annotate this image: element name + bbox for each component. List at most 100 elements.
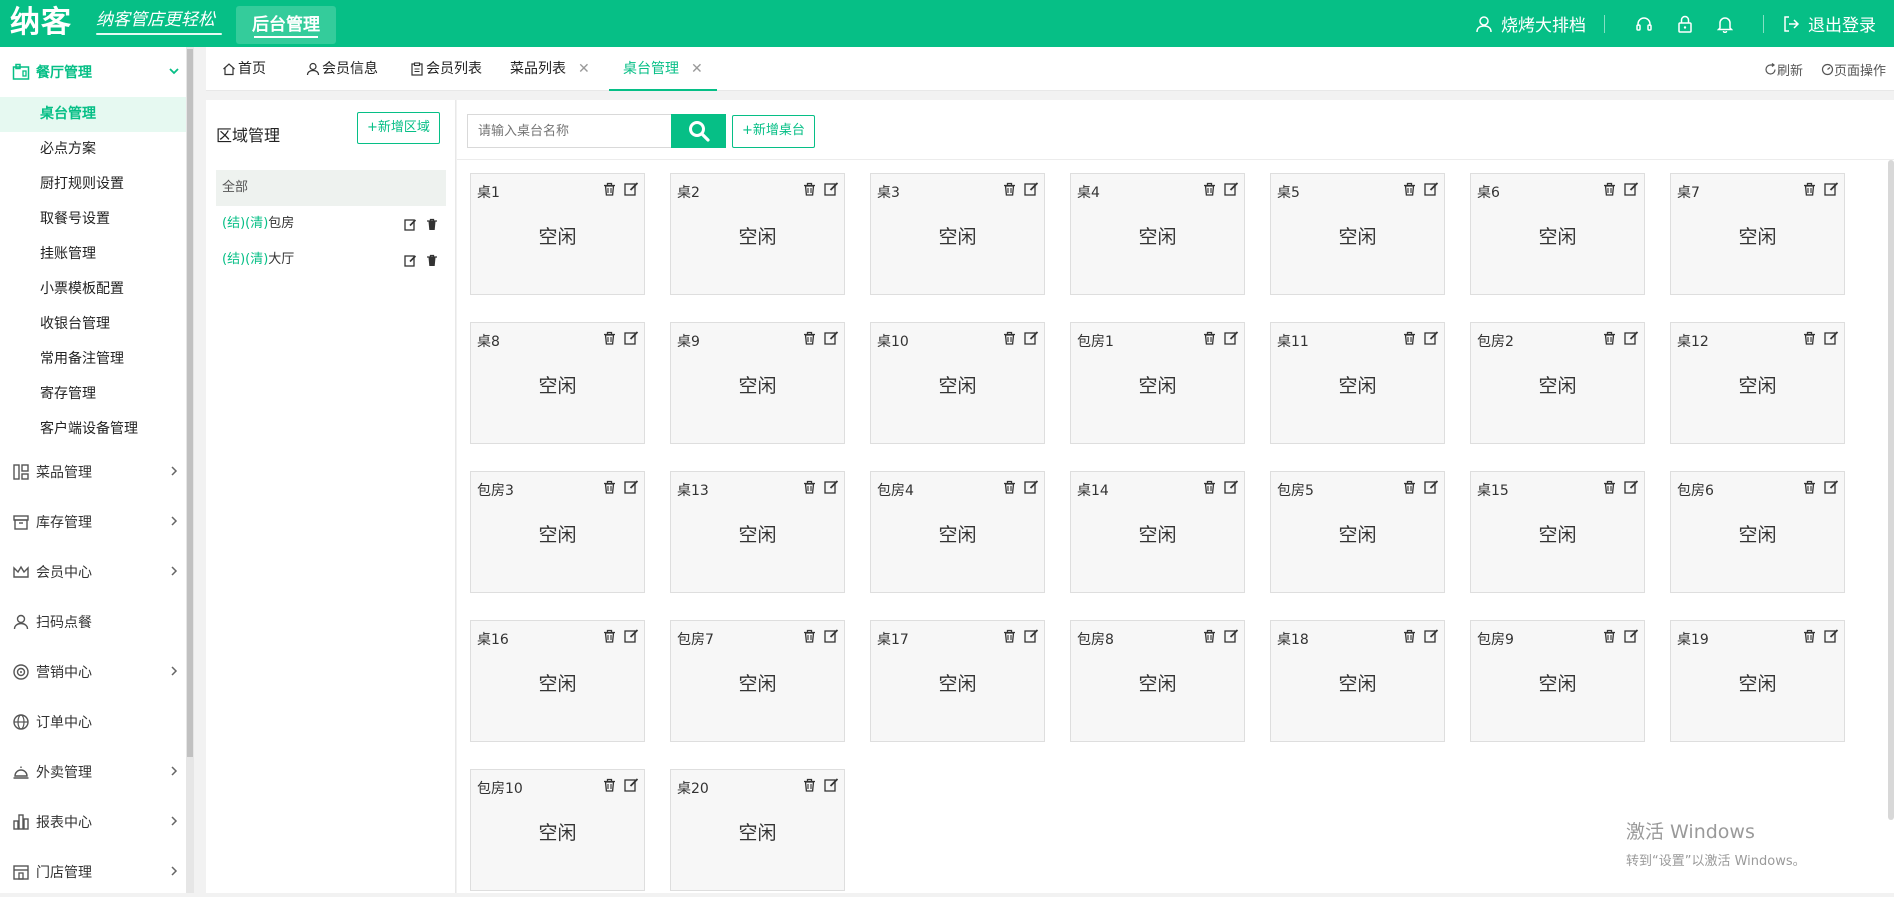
edit-icon[interactable] (1024, 182, 1039, 196)
sidebar-group-orders[interactable]: 订单中心 (0, 697, 186, 747)
edit-icon[interactable] (404, 218, 417, 231)
trash-icon[interactable] (603, 629, 616, 643)
trash-icon[interactable] (426, 254, 438, 267)
trash-icon[interactable] (1603, 331, 1616, 345)
edit-icon[interactable] (1624, 629, 1639, 643)
edit-icon[interactable] (404, 254, 417, 267)
edit-icon[interactable] (1424, 629, 1439, 643)
area-item-all[interactable]: 全部 (216, 170, 446, 206)
edit-icon[interactable] (824, 331, 839, 345)
sidebar-group-dishes[interactable]: 菜品管理 (0, 447, 186, 497)
search-button[interactable] (671, 114, 726, 148)
edit-icon[interactable] (1024, 629, 1039, 643)
trash-icon[interactable] (1203, 331, 1216, 345)
table-card[interactable]: 包房6 空闲 (1670, 471, 1845, 593)
sidebar-group-takeout[interactable]: 外卖管理 (0, 747, 186, 797)
trash-icon[interactable] (1203, 480, 1216, 494)
edit-icon[interactable] (1624, 480, 1639, 494)
trash-icon[interactable] (1603, 629, 1616, 643)
table-card[interactable]: 包房8 空闲 (1070, 620, 1245, 742)
trash-icon[interactable] (1003, 629, 1016, 643)
refresh-button[interactable]: 刷新 (1764, 60, 1803, 79)
trash-icon[interactable] (803, 778, 816, 792)
trash-icon[interactable] (1803, 182, 1816, 196)
table-card[interactable]: 桌11 空闲 (1270, 322, 1445, 444)
trash-icon[interactable] (1403, 182, 1416, 196)
table-card[interactable]: 桌3 空闲 (870, 173, 1045, 295)
table-card[interactable]: 包房4 空闲 (870, 471, 1045, 593)
tab-member-info[interactable]: 会员信息 (306, 47, 378, 91)
edit-icon[interactable] (1824, 480, 1839, 494)
trash-icon[interactable] (426, 218, 438, 231)
trash-icon[interactable] (1003, 331, 1016, 345)
edit-icon[interactable] (624, 480, 639, 494)
sidebar-group-scan-order[interactable]: 扫码点餐 (0, 597, 186, 647)
trash-icon[interactable] (1403, 480, 1416, 494)
edit-icon[interactable] (1424, 480, 1439, 494)
add-table-button[interactable]: +新增桌台 (732, 115, 815, 148)
edit-icon[interactable] (624, 182, 639, 196)
tab-home[interactable]: 首页 (222, 47, 266, 91)
table-card[interactable]: 包房10 空闲 (470, 769, 645, 891)
sidebar-item-cashier[interactable]: 收银台管理 (0, 307, 186, 342)
trash-icon[interactable] (603, 480, 616, 494)
tab-member-list[interactable]: 会员列表 (410, 47, 482, 91)
user-menu[interactable]: 烧烤大排档 (1475, 11, 1586, 36)
table-card[interactable]: 桌4 空闲 (1070, 173, 1245, 295)
table-card[interactable]: 包房3 空闲 (470, 471, 645, 593)
headset-icon[interactable] (1635, 15, 1653, 33)
edit-icon[interactable] (1224, 480, 1239, 494)
table-card[interactable]: 桌19 空闲 (1670, 620, 1845, 742)
trash-icon[interactable] (603, 778, 616, 792)
edit-icon[interactable] (1424, 331, 1439, 345)
edit-icon[interactable] (1224, 331, 1239, 345)
edit-icon[interactable] (824, 629, 839, 643)
table-card[interactable]: 包房5 空闲 (1270, 471, 1445, 593)
tab-dish-list[interactable]: 菜品列表 ✕ (510, 47, 590, 91)
edit-icon[interactable] (824, 480, 839, 494)
table-card[interactable]: 桌10 空闲 (870, 322, 1045, 444)
sidebar-group-restaurant[interactable]: 餐厅管理 (0, 47, 186, 97)
nav-backend-management[interactable]: 后台管理 (236, 6, 336, 44)
edit-icon[interactable] (1824, 331, 1839, 345)
sidebar-item-must-order[interactable]: 必点方案 (0, 132, 186, 167)
table-card[interactable]: 桌20 空闲 (670, 769, 845, 891)
sidebar-item-kitchen-print-rules[interactable]: 厨打规则设置 (0, 167, 186, 202)
sidebar-item-client-devices[interactable]: 客户端设备管理 (0, 412, 186, 447)
trash-icon[interactable] (803, 480, 816, 494)
tab-table-management[interactable]: 桌台管理 ✕ (609, 47, 717, 91)
table-card[interactable]: 桌7 空闲 (1670, 173, 1845, 295)
table-card[interactable]: 桌2 空闲 (670, 173, 845, 295)
close-icon[interactable]: ✕ (578, 47, 590, 91)
trash-icon[interactable] (603, 182, 616, 196)
trash-icon[interactable] (1603, 182, 1616, 196)
sidebar-item-table-management[interactable]: 桌台管理 (0, 97, 186, 132)
trash-icon[interactable] (1403, 331, 1416, 345)
sidebar-group-stores[interactable]: 门店管理 (0, 847, 186, 897)
close-icon[interactable]: ✕ (691, 47, 703, 91)
trash-icon[interactable] (803, 182, 816, 196)
table-search-input[interactable] (467, 114, 672, 148)
sidebar-group-reports[interactable]: 报表中心 (0, 797, 186, 847)
trash-icon[interactable] (803, 331, 816, 345)
table-card[interactable]: 桌12 空闲 (1670, 322, 1845, 444)
table-card[interactable]: 桌9 空闲 (670, 322, 845, 444)
edit-icon[interactable] (824, 182, 839, 196)
sidebar-group-inventory[interactable]: 库存管理 (0, 497, 186, 547)
table-card[interactable]: 桌5 空闲 (1270, 173, 1445, 295)
lock-icon[interactable] (1677, 15, 1693, 33)
sidebar-item-common-notes[interactable]: 常用备注管理 (0, 342, 186, 377)
trash-icon[interactable] (1403, 629, 1416, 643)
table-card[interactable]: 桌18 空闲 (1270, 620, 1445, 742)
table-card[interactable]: 桌13 空闲 (670, 471, 845, 593)
table-card[interactable]: 桌1 空闲 (470, 173, 645, 295)
trash-icon[interactable] (1803, 629, 1816, 643)
sidebar-group-marketing[interactable]: 营销中心 (0, 647, 186, 697)
trash-icon[interactable] (1003, 480, 1016, 494)
table-card[interactable]: 包房9 空闲 (1470, 620, 1645, 742)
main-scrollbar[interactable] (1888, 160, 1894, 820)
area-item-private-room[interactable]: (结)(清)包房 (216, 206, 446, 242)
page-operations-button[interactable]: 页面操作 (1821, 60, 1886, 79)
trash-icon[interactable] (1803, 331, 1816, 345)
edit-icon[interactable] (1224, 182, 1239, 196)
